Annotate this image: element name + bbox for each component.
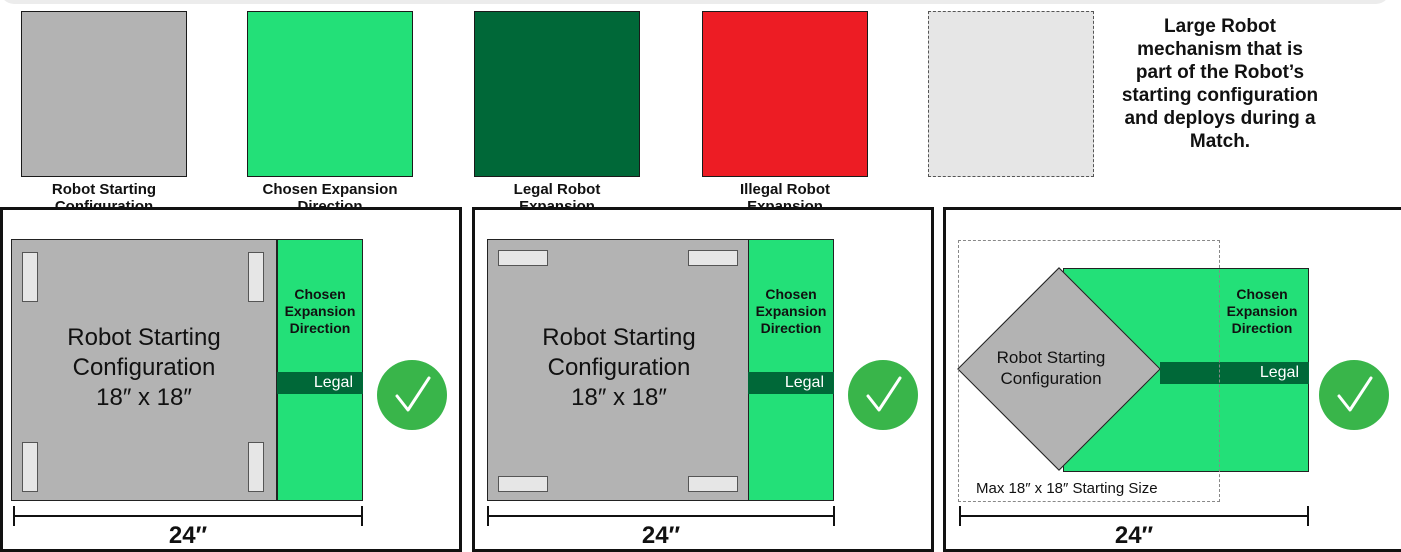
top-bar: [0, 0, 1390, 4]
example-panel-3: Legal Chosen Expansion Direction Robot S…: [943, 207, 1401, 552]
mechanism-pad: [22, 442, 38, 492]
check-icon: [377, 360, 447, 430]
max-size-boundary: [958, 240, 1220, 502]
dimension-label: 24″: [168, 522, 208, 549]
expansion-label: Chosen Expansion Direction: [755, 286, 827, 336]
legend-swatch-robot-starting: [21, 11, 187, 177]
legend-swatch-illegal-expansion: [702, 11, 868, 177]
robot-label: Robot Starting Configuration 18″ x 18″: [542, 324, 696, 411]
expansion-label: Chosen Expansion Direction: [284, 286, 356, 336]
chosen-expansion-region: [277, 239, 363, 501]
legend-mechanism-note: Large Robot mechanism that is part of th…: [1121, 16, 1319, 152]
chosen-expansion-region: [748, 239, 834, 501]
dimension-label: 24″: [1114, 522, 1154, 549]
check-icon: [1319, 360, 1389, 430]
example-panel-2: Robot Starting Configuration 18″ x 18″ C…: [472, 207, 934, 552]
check-icon: [848, 360, 918, 430]
mechanism-pad: [248, 252, 264, 302]
dimension-label: 24″: [641, 522, 681, 549]
mechanism-pad: [498, 250, 548, 266]
robot-label: Robot Starting Configuration 18″ x 18″: [67, 324, 221, 411]
legend-swatch-legal-expansion: [474, 11, 640, 177]
mechanism-pad: [688, 476, 738, 492]
legend-swatch-large-mechanism: [928, 11, 1094, 177]
legal-band: Legal: [748, 372, 834, 394]
max-size-label: Max 18″ x 18″ Starting Size: [970, 480, 1164, 498]
expansion-label: Chosen Expansion Direction: [1226, 286, 1298, 336]
mechanism-pad: [498, 476, 548, 492]
mechanism-pad: [22, 252, 38, 302]
legal-band: Legal: [277, 372, 363, 394]
mechanism-pad: [688, 250, 738, 266]
mechanism-pad: [248, 442, 264, 492]
example-panel-1: Robot Starting Configuration 18″ x 18″ C…: [0, 207, 462, 552]
legend-swatch-chosen-expansion: [247, 11, 413, 177]
